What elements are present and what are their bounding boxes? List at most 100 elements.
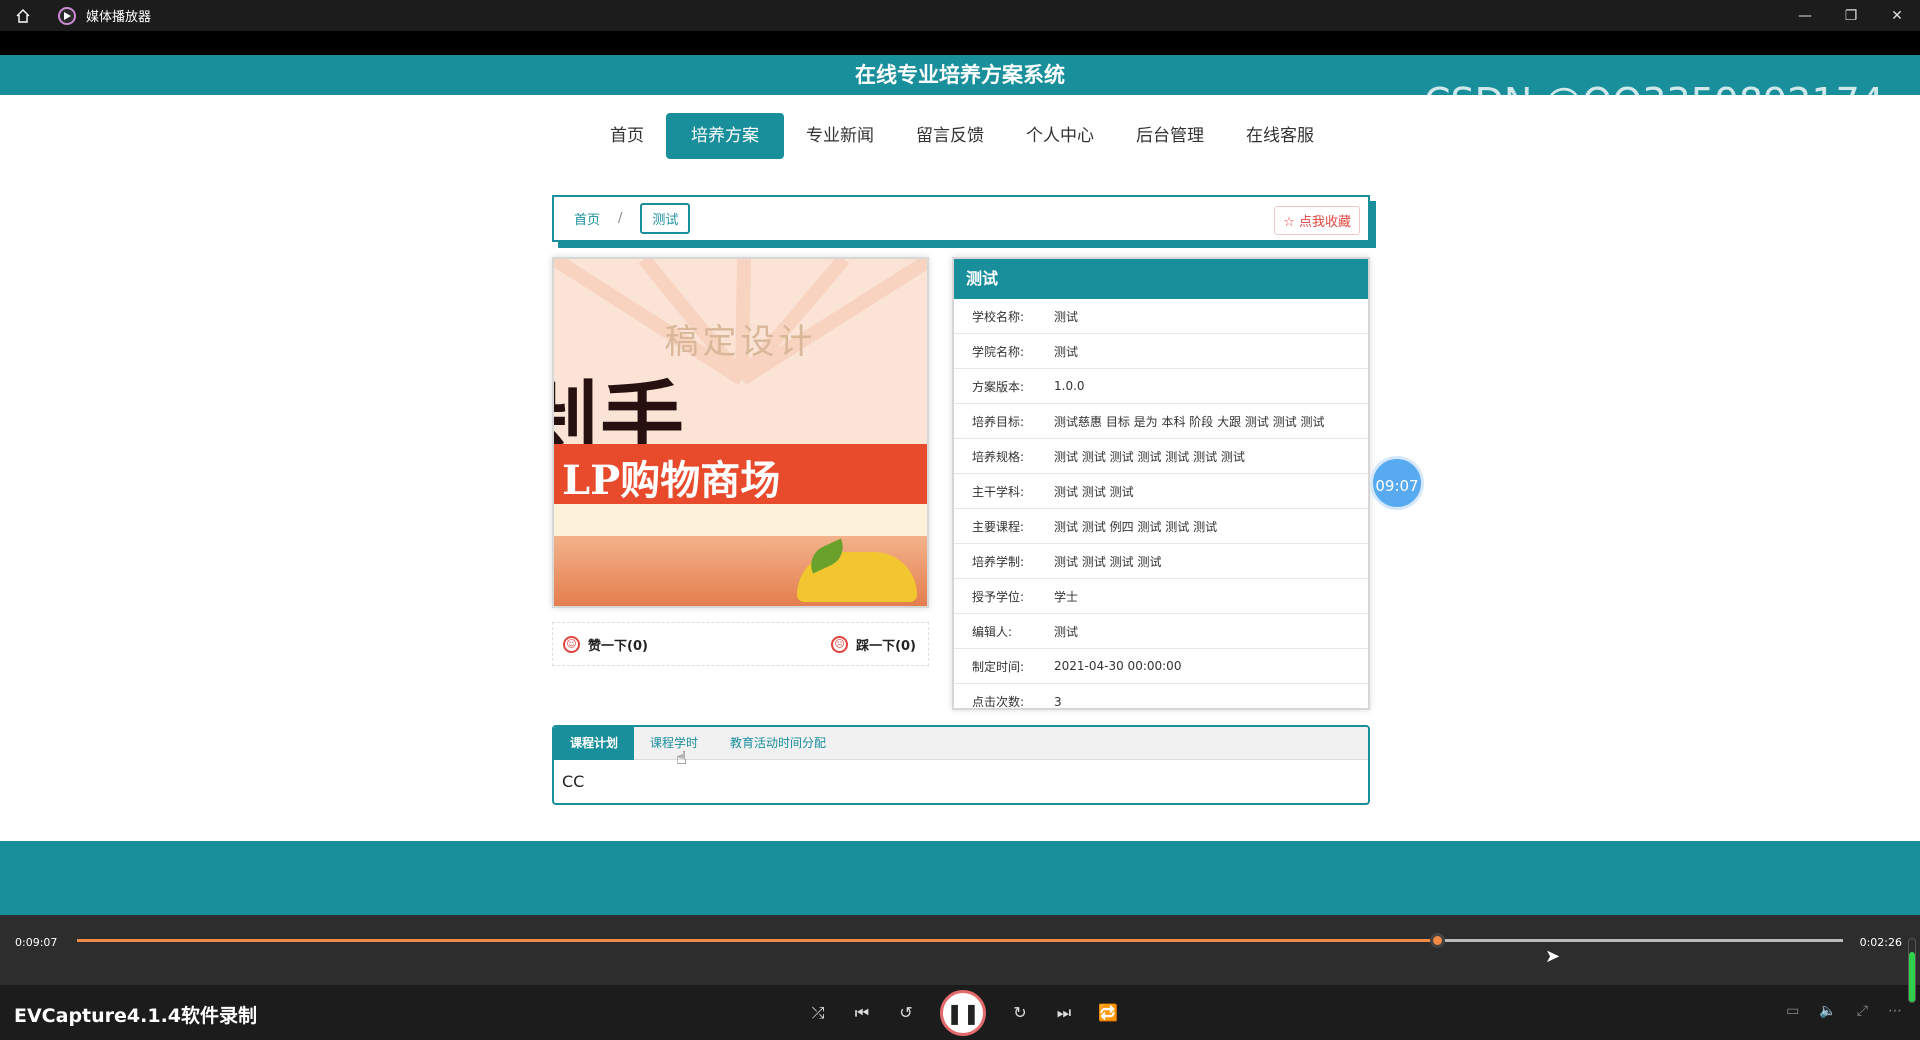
detail-title: 测试 (954, 259, 1368, 299)
tab-course-hours[interactable]: 课程学时 (634, 727, 714, 760)
minimize-button[interactable]: — (1782, 0, 1828, 31)
nav-home[interactable]: 首页 (590, 113, 664, 159)
volume-meter (1908, 938, 1916, 1003)
breadcrumb-home[interactable]: 首页 (574, 209, 600, 228)
detail-label: 点击次数: (972, 695, 1025, 709)
volume-icon[interactable]: 🔈 (1819, 1003, 1836, 1019)
dislike-button[interactable]: ☹ 踩一下(0) (831, 635, 916, 654)
nav-major-news[interactable]: 专业新闻 (786, 113, 894, 159)
shuffle-icon[interactable]: ⤮ (808, 1003, 828, 1023)
detail-value: 测试 (1054, 624, 1079, 639)
detail-label: 方案版本: (972, 379, 1025, 394)
time-bubble[interactable]: 09:07 (1370, 456, 1424, 510)
detail-value: 测试 测试 测试 测试 (1054, 554, 1162, 569)
detail-label: 编辑人: (972, 624, 1013, 639)
breadcrumb: 首页 / 测试 ☆ 点我收藏 (552, 195, 1370, 242)
favorite-button[interactable]: ☆ 点我收藏 (1274, 206, 1360, 235)
breadcrumb-separator: / (618, 211, 623, 226)
detail-row: 培养规格: 测试 测试 测试 测试 测试 测试 测试 (954, 439, 1368, 474)
player-controls: 0:09:07 0:02:26 EVCapture4.1.4软件录制 ⤮ ⏮ ↺… (0, 915, 1920, 1040)
detail-row: 点击次数: 3 (954, 684, 1368, 719)
detail-label: 学院名称: (972, 344, 1025, 359)
detail-row: 编辑人: 测试 (954, 614, 1368, 649)
nav-feedback[interactable]: 留言反馈 (896, 113, 1004, 159)
detail-value: 学士 (1054, 589, 1079, 604)
rewind-10-icon[interactable]: ↺ (896, 1003, 916, 1022)
seek-bar[interactable] (77, 933, 1843, 948)
previous-icon[interactable]: ⏮ (852, 1003, 872, 1023)
home-icon[interactable] (0, 0, 46, 31)
detail-label: 主要课程: (972, 519, 1025, 534)
detail-label: 学校名称: (972, 309, 1025, 324)
detail-value: 测试 测试 例四 测试 测试 测试 (1054, 519, 1218, 534)
poster-banner: LP购物商场 (554, 444, 927, 504)
detail-label: 培养目标: (972, 414, 1025, 429)
recorder-brand: EVCapture4.1.4软件录制 (14, 1005, 258, 1027)
restore-button[interactable]: ❐ (1828, 0, 1874, 31)
course-tabs: 课程计划 课程学时 教育活动时间分配 CC (552, 725, 1370, 805)
detail-row: 学校名称: 测试 (954, 299, 1368, 334)
close-button[interactable]: ✕ (1874, 0, 1920, 31)
detail-row: 学院名称: 测试 (954, 334, 1368, 369)
smile-icon: ☺ (563, 635, 580, 653)
media-player-icon (58, 6, 76, 25)
detail-value: 3 (1054, 694, 1062, 709)
dislike-label: 踩一下(0) (856, 638, 916, 654)
detail-label: 授予学位: (972, 589, 1025, 604)
like-button[interactable]: ☺ 赞一下(0) (563, 635, 648, 654)
detail-row: 培养目标: 测试慈惠 目标 是为 本科 阶段 大跟 测试 测试 测试 (954, 404, 1368, 439)
fullscreen-icon[interactable]: ⤢ (1857, 1003, 1868, 1019)
detail-label: 主干学科: (972, 484, 1025, 499)
seek-row: 0:09:07 0:02:26 (0, 915, 1920, 985)
nav-personal-center[interactable]: 个人中心 (1006, 113, 1114, 159)
tab-course-plan[interactable]: 课程计划 (554, 727, 635, 760)
total-time: 0:02:26 (1859, 936, 1902, 949)
detail-label: 制定时间: (972, 659, 1025, 674)
subtitle-icon[interactable]: ▭ (1786, 1003, 1799, 1019)
page-footer (0, 841, 1920, 915)
breadcrumb-current: 测试 (640, 203, 691, 234)
seek-progress (77, 939, 1437, 942)
volume-level (1909, 951, 1915, 1002)
detail-label: 培养学制: (972, 554, 1025, 569)
detail-value: 测试 (1054, 309, 1079, 324)
window-titlebar: 媒体播放器 — ❐ ✕ (0, 0, 1920, 31)
forward-30-icon[interactable]: ↻ (1010, 1003, 1030, 1022)
vote-bar: ☺ 赞一下(0) ☹ 踩一下(0) (552, 622, 929, 666)
like-label: 赞一下(0) (588, 638, 648, 654)
repeat-icon[interactable]: 🔁 (1098, 1003, 1118, 1022)
detail-value: 测试 测试 测试 (1054, 484, 1134, 499)
main-nav: 首页 培养方案 专业新闻 留言反馈 个人中心 后台管理 在线客服 (590, 113, 1336, 159)
more-icon[interactable]: ⋯ (1888, 1003, 1902, 1019)
poster-text-banner: LP购物商场 (562, 457, 781, 504)
detail-label: 培养规格: (972, 449, 1025, 464)
detail-value: 1.0.0 (1054, 379, 1085, 393)
mouse-pointer-icon: ➤ (1545, 946, 1561, 967)
pause-button[interactable]: ❚❚ (940, 989, 986, 1036)
detail-panel: 测试 学校名称: 测试 学院名称: 测试 方案版本: 1.0.0 培养目标: 测试慈惠 … (952, 257, 1370, 710)
detail-value: 2021-04-30 00:00:00 (1054, 659, 1182, 673)
next-icon[interactable]: ⏭ (1054, 1003, 1074, 1023)
nav-admin[interactable]: 后台管理 (1116, 113, 1224, 159)
control-row: EVCapture4.1.4软件录制 ⤮ ⏮ ↺ ❚❚ ↻ ⏭ 🔁 ▭ 🔈 ⤢ … (0, 985, 1920, 1040)
detail-value: 测试 测试 测试 测试 测试 测试 测试 (1054, 449, 1245, 464)
seek-thumb[interactable] (1429, 933, 1445, 948)
detail-value: 测试 (1054, 344, 1079, 359)
detail-row: 制定时间: 2021-04-30 00:00:00 (954, 649, 1368, 684)
detail-row: 方案版本: 1.0.0 (954, 369, 1368, 404)
tab-activity-time[interactable]: 教育活动时间分配 (714, 727, 842, 760)
nav-training-plan[interactable]: 培养方案 (666, 113, 784, 159)
hand-cursor-icon: ☝ (676, 748, 687, 769)
csdn-watermark: CSDN @QQ3359892174 (1423, 80, 1884, 124)
detail-row: 主要课程: 测试 测试 例四 测试 测试 测试 (954, 509, 1368, 544)
nav-online-service[interactable]: 在线客服 (1226, 113, 1334, 159)
frown-icon: ☹ (831, 635, 849, 653)
web-page: 在线专业培养方案系统 首页 培养方案 专业新闻 留言反馈 个人中心 后台管理 在… (0, 55, 1920, 915)
detail-row: 培养学制: 测试 测试 测试 测试 (954, 544, 1368, 579)
detail-row: 主干学科: 测试 测试 测试 (954, 474, 1368, 509)
detail-value: 测试慈惠 目标 是为 本科 阶段 大跟 测试 测试 测试 (1054, 414, 1325, 429)
detail-row: 授予学位: 学士 (954, 579, 1368, 614)
app-title: 媒体播放器 (86, 10, 152, 25)
current-time: 0:09:07 (15, 936, 58, 949)
cover-image: 稿定设计 剁手 LP购物商场 (552, 257, 929, 608)
